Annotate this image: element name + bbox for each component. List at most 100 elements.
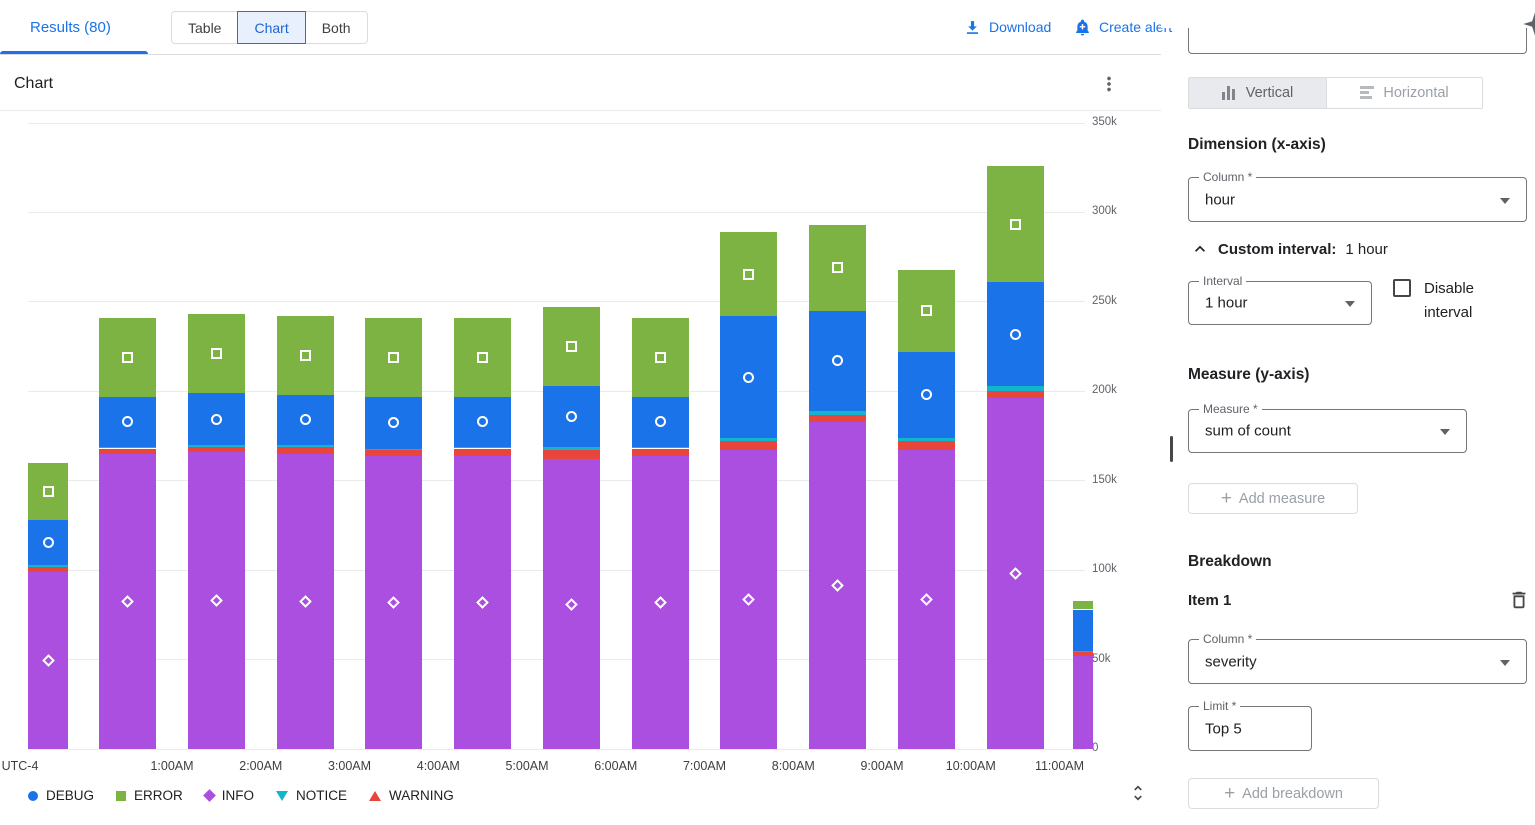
orientation-vertical-button[interactable]: Vertical bbox=[1188, 77, 1327, 109]
orientation-horizontal-button[interactable]: Horizontal bbox=[1326, 77, 1483, 109]
bar-segment-warning[interactable] bbox=[454, 449, 511, 456]
legend-item-notice[interactable]: NOTICE bbox=[276, 788, 347, 803]
x-axis-tick-label: 2:00AM bbox=[217, 759, 305, 773]
bar-marker-square bbox=[921, 305, 932, 316]
custom-interval-value: 1 hour bbox=[1345, 241, 1388, 258]
horizontal-bars-icon bbox=[1360, 86, 1374, 101]
custom-interval-toggle[interactable]: Custom interval: 1 hour bbox=[1190, 239, 1388, 259]
bar-segment-warning[interactable] bbox=[277, 447, 334, 454]
dimension-heading: Dimension (x-axis) bbox=[1188, 136, 1326, 154]
add-measure-button[interactable]: + Add measure bbox=[1188, 483, 1358, 514]
breakdown-heading: Breakdown bbox=[1188, 553, 1272, 571]
bar-marker-square bbox=[1010, 219, 1021, 230]
bar-segment-warning[interactable] bbox=[987, 391, 1044, 398]
unfold-more-icon bbox=[1128, 782, 1148, 804]
x-axis-tick-label: 9:00AM bbox=[838, 759, 926, 773]
trash-icon bbox=[1508, 589, 1530, 611]
expand-collapse-button[interactable] bbox=[1128, 782, 1148, 804]
bar-segment-info[interactable] bbox=[1073, 656, 1093, 749]
bar-segment-debug[interactable] bbox=[1073, 610, 1093, 651]
bar-segment-warning[interactable] bbox=[99, 449, 156, 454]
dimension-column-label: Column * bbox=[1199, 170, 1256, 184]
custom-interval-label: Custom interval: bbox=[1218, 241, 1336, 258]
bar-segment-notice[interactable] bbox=[898, 438, 955, 442]
bar-segment-notice[interactable] bbox=[454, 447, 511, 449]
add-measure-label: Add measure bbox=[1239, 491, 1325, 507]
legend-label: ERROR bbox=[134, 788, 183, 803]
x-axis-tick-label: 11:00AM bbox=[1016, 759, 1104, 773]
bar-marker-square bbox=[388, 352, 399, 363]
breakdown-limit-value: Top 5 bbox=[1205, 720, 1242, 737]
y-axis-tick-label: 350k bbox=[1092, 116, 1136, 128]
bar-segment-notice[interactable] bbox=[1073, 651, 1093, 653]
breakdown-item-title: Item 1 bbox=[1188, 592, 1231, 609]
legend-diamond-icon bbox=[203, 789, 216, 802]
cutoff-spark-icon[interactable] bbox=[1521, 10, 1535, 38]
bar-segment-warning[interactable] bbox=[809, 415, 866, 422]
y-axis-tick-label: 100k bbox=[1092, 563, 1136, 575]
bar-marker-circle bbox=[300, 414, 311, 425]
panel-scroll-handle[interactable] bbox=[1170, 436, 1173, 462]
legend-item-debug[interactable]: DEBUG bbox=[28, 788, 94, 803]
legend-item-error[interactable]: ERROR bbox=[116, 788, 183, 803]
y-axis-tick-label: 250k bbox=[1092, 295, 1136, 307]
interval-select[interactable]: Interval 1 hour bbox=[1188, 281, 1372, 325]
bar-marker-square bbox=[211, 348, 222, 359]
dropdown-caret-icon bbox=[1500, 198, 1510, 204]
bar-segment-error[interactable] bbox=[1073, 601, 1093, 610]
bar-marker-square bbox=[655, 352, 666, 363]
y-axis-tick-label: 0 bbox=[1092, 742, 1136, 754]
delete-breakdown-button[interactable] bbox=[1508, 589, 1530, 611]
bar-marker-circle bbox=[1010, 329, 1021, 340]
y-axis-tick-label: 300k bbox=[1092, 205, 1136, 217]
dropdown-caret-icon bbox=[1440, 429, 1450, 435]
bar-segment-warning[interactable] bbox=[365, 450, 422, 455]
bar-segment-notice[interactable] bbox=[365, 449, 422, 451]
dimension-column-select[interactable]: Column * hour bbox=[1188, 177, 1527, 222]
add-breakdown-button[interactable]: + Add breakdown bbox=[1188, 778, 1379, 809]
bar-segment-notice[interactable] bbox=[809, 411, 866, 415]
x-axis-tick-label: 6:00AM bbox=[572, 759, 660, 773]
bar-marker-square bbox=[832, 262, 843, 273]
legend-label: INFO bbox=[222, 788, 254, 803]
vertical-bars-icon bbox=[1222, 86, 1237, 100]
breakdown-column-select[interactable]: Column * severity bbox=[1188, 639, 1527, 684]
bar-segment-warning[interactable] bbox=[1073, 652, 1093, 656]
bar-marker-square bbox=[300, 350, 311, 361]
measure-label: Measure * bbox=[1199, 402, 1262, 416]
legend-square-icon bbox=[116, 791, 126, 801]
horizontal-label: Horizontal bbox=[1383, 85, 1448, 101]
bar-segment-warning[interactable] bbox=[28, 567, 68, 572]
measure-select[interactable]: Measure * sum of count bbox=[1188, 409, 1467, 453]
bar-segment-notice[interactable] bbox=[99, 447, 156, 449]
bar-segment-warning[interactable] bbox=[632, 449, 689, 456]
bar-segment-warning[interactable] bbox=[543, 450, 600, 459]
bar-segment-notice[interactable] bbox=[987, 386, 1044, 391]
breakdown-limit-field[interactable]: Limit * Top 5 bbox=[1188, 706, 1312, 751]
bar-segment-notice[interactable] bbox=[277, 445, 334, 447]
legend-item-info[interactable]: INFO bbox=[205, 788, 254, 803]
breakdown-column-value: severity bbox=[1205, 653, 1257, 670]
plus-icon: + bbox=[1221, 489, 1232, 508]
bar-segment-warning[interactable] bbox=[188, 447, 245, 452]
bar-segment-notice[interactable] bbox=[632, 447, 689, 449]
legend-triangle-down-icon bbox=[276, 791, 288, 801]
bar-segment-notice[interactable] bbox=[188, 445, 245, 447]
y-axis-tick-label: 150k bbox=[1092, 474, 1136, 486]
disable-interval-label: Disable interval bbox=[1424, 277, 1502, 325]
bar-segment-warning[interactable] bbox=[720, 441, 777, 450]
x-axis-tick-label: 8:00AM bbox=[749, 759, 837, 773]
bar-segment-notice[interactable] bbox=[543, 447, 600, 451]
disable-interval-checkbox[interactable] bbox=[1393, 279, 1411, 297]
measure-heading: Measure (y-axis) bbox=[1188, 366, 1309, 384]
bar-marker-circle bbox=[43, 537, 54, 548]
view-toggle-chart[interactable]: Chart bbox=[237, 11, 305, 44]
bar-marker-square bbox=[743, 269, 754, 280]
y-axis-tick-label: 50k bbox=[1092, 653, 1136, 665]
x-axis-tick-label: 1:00AM bbox=[128, 759, 216, 773]
vertical-label: Vertical bbox=[1246, 85, 1294, 101]
legend-item-warning[interactable]: WARNING bbox=[369, 788, 454, 803]
bar-segment-notice[interactable] bbox=[720, 438, 777, 442]
bar-segment-warning[interactable] bbox=[898, 441, 955, 450]
bar-segment-notice[interactable] bbox=[28, 565, 68, 567]
